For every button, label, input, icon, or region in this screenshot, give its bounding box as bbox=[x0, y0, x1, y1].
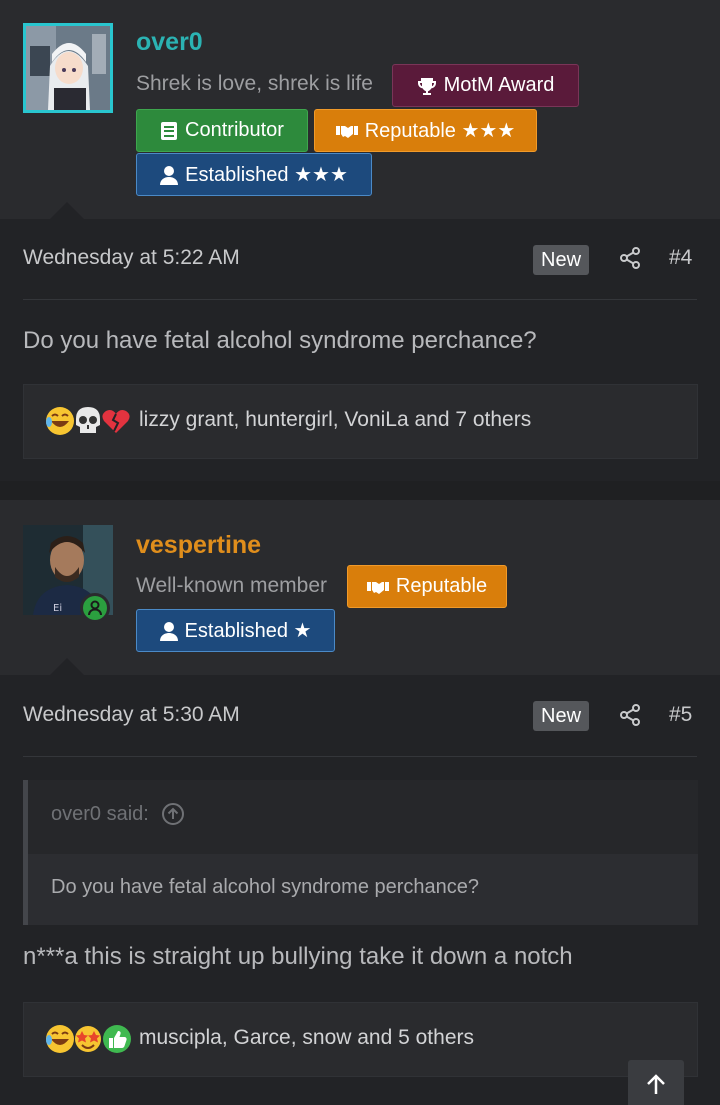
user-icon bbox=[159, 621, 178, 641]
speech-arrow bbox=[50, 202, 84, 219]
user-icon bbox=[160, 165, 179, 185]
username-vespertine[interactable]: vespertine bbox=[136, 531, 261, 560]
laughing-emoji-icon bbox=[46, 1025, 74, 1053]
book-icon bbox=[161, 121, 178, 140]
reputable-label: Reputable ★★★ bbox=[364, 120, 516, 142]
user-title: Well-known member bbox=[136, 574, 327, 597]
star-struck-emoji-icon bbox=[75, 1026, 101, 1052]
quote-text: Do you have fetal alcohol syndrome perch… bbox=[51, 876, 480, 898]
post-number[interactable]: #5 bbox=[669, 703, 692, 727]
post-5-user-block: Ei vespertine Well-known member Reputabl… bbox=[0, 500, 720, 675]
speech-arrow bbox=[50, 658, 84, 675]
motm-award-label: MotM Award bbox=[443, 74, 555, 96]
post-5-body: Wednesday at 5:30 AM New #5 over0 said: … bbox=[0, 658, 720, 1105]
established-badge: Established ★★★ bbox=[136, 153, 372, 196]
motm-award-badge: MotM Award bbox=[392, 64, 579, 107]
established-label: Established ★ bbox=[184, 620, 312, 642]
online-status-icon bbox=[80, 593, 110, 623]
broken-heart-emoji-icon bbox=[102, 410, 130, 433]
reaction-users[interactable]: muscipla, Garce, snow and 5 others bbox=[139, 1026, 474, 1050]
reaction-icons bbox=[46, 407, 130, 435]
quote-block: over0 said: Do you have fetal alcohol sy… bbox=[23, 780, 698, 925]
handshake-icon bbox=[335, 125, 358, 138]
user-title: Shrek is love, shrek is life bbox=[136, 72, 373, 95]
reputable-badge: Reputable ★★★ bbox=[314, 109, 537, 152]
trophy-icon bbox=[417, 77, 436, 95]
reactions-bar[interactable]: muscipla, Garce, snow and 5 others bbox=[23, 1002, 698, 1077]
laughing-emoji-icon bbox=[46, 407, 74, 435]
new-tag: New bbox=[533, 701, 590, 731]
established-label: Established ★★★ bbox=[185, 164, 348, 186]
post-4-body: Wednesday at 5:22 AM New #4 Do you have … bbox=[0, 202, 720, 481]
handshake-icon bbox=[366, 581, 389, 594]
quote-header[interactable]: over0 said: bbox=[51, 802, 185, 826]
skull-emoji-icon bbox=[76, 407, 100, 433]
quote-author[interactable]: over0 said: bbox=[51, 803, 149, 826]
thumbs-up-emoji-icon bbox=[103, 1025, 131, 1053]
post-date[interactable]: Wednesday at 5:22 AM bbox=[23, 246, 240, 270]
arrow-up-icon bbox=[647, 1074, 665, 1094]
share-icon[interactable] bbox=[618, 246, 642, 270]
post-date[interactable]: Wednesday at 5:30 AM bbox=[23, 703, 240, 727]
avatar-image bbox=[26, 26, 110, 110]
reaction-users[interactable]: lizzy grant, huntergirl, VoniLa and 7 ot… bbox=[139, 408, 531, 432]
reactions-bar[interactable]: lizzy grant, huntergirl, VoniLa and 7 ot… bbox=[23, 384, 698, 459]
new-tag: New bbox=[533, 245, 590, 275]
reputable-label: Reputable bbox=[395, 575, 488, 597]
share-icon[interactable] bbox=[618, 703, 642, 727]
reputable-badge: Reputable bbox=[347, 565, 507, 608]
established-badge: Established ★ bbox=[136, 609, 335, 652]
divider bbox=[23, 756, 697, 757]
post-message: n***a this is straight up bullying take … bbox=[23, 943, 573, 970]
contributor-label: Contributor bbox=[185, 119, 284, 141]
post-message: Do you have fetal alcohol syndrome perch… bbox=[23, 327, 537, 354]
reaction-icons bbox=[46, 1025, 131, 1053]
username-over0[interactable]: over0 bbox=[136, 28, 203, 57]
divider bbox=[23, 299, 697, 300]
avatar-over0[interactable] bbox=[23, 23, 113, 113]
scroll-to-top-button[interactable] bbox=[628, 1060, 684, 1105]
contributor-badge: Contributor bbox=[136, 109, 308, 152]
svg-text:Ei: Ei bbox=[53, 603, 62, 614]
quote-body: Do you have fetal alcohol syndrome perch… bbox=[28, 854, 698, 925]
post-4-user-block: over0 Shrek is love, shrek is life MotM … bbox=[0, 0, 720, 219]
post-number[interactable]: #4 bbox=[669, 246, 692, 270]
arrow-up-circle-icon[interactable] bbox=[161, 802, 185, 826]
